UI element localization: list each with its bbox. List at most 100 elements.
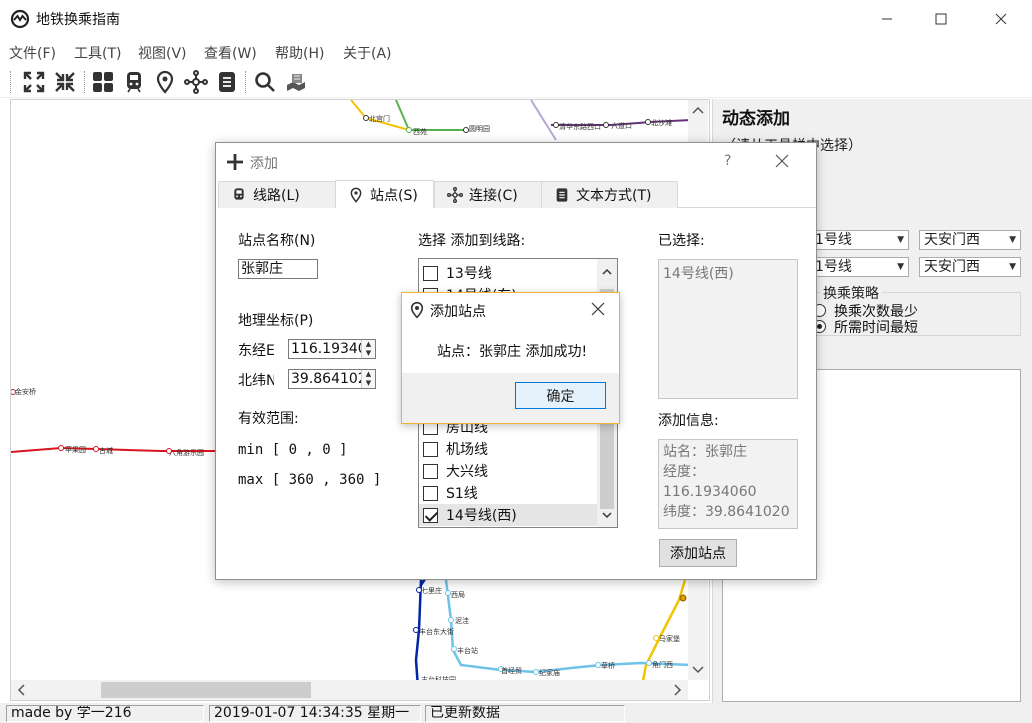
geo-coordinates-label: 地理坐标(P) (238, 313, 314, 329)
add-info-label: 添加信息: (658, 413, 719, 429)
range-min: min [ 0 , 0 ] (238, 442, 348, 458)
station-label: 金安桥 (15, 387, 36, 396)
add-info-box: 站名：张郭庄 经度： 116.1934060 纬度：39.8641020 (658, 439, 798, 529)
station-label: 丰台东大街 (419, 627, 454, 636)
tab-connection[interactable]: 连接(C) (434, 181, 542, 208)
grid-icon[interactable] (90, 69, 116, 95)
dialog-help-button[interactable]: ? (724, 153, 731, 169)
message-close-button[interactable] (590, 301, 606, 321)
checkbox[interactable] (423, 441, 438, 457)
menu-browse[interactable]: 查看(W) (204, 43, 257, 63)
subway-logo-icon (10, 9, 30, 29)
station-name-input[interactable]: 张郭庄 (238, 259, 318, 279)
network-icon (447, 187, 463, 203)
toolbar (0, 66, 1032, 98)
station-label: 苹果园 (65, 445, 86, 454)
plus-icon (227, 154, 243, 170)
station-name-label: 站点名称(N) (238, 233, 316, 249)
station-label: 八角游乐园 (169, 448, 204, 457)
map-line-purple (530, 100, 557, 141)
longitude-spinner[interactable]: ▲ ▼ (361, 340, 375, 358)
menu-help[interactable]: 帮助(H) (275, 43, 324, 63)
maximize-button[interactable] (918, 0, 964, 38)
station-label: 北宫门 (369, 114, 390, 123)
start-station-select[interactable]: 天安门西 ▼ (919, 230, 1021, 250)
select-lines-label: 选择 添加到线路: (418, 233, 526, 249)
menu-file[interactable]: 文件(F) (9, 43, 56, 63)
collapse-icon[interactable] (52, 69, 78, 95)
station-label: 西苑 (413, 127, 427, 136)
title-bar: 地铁换乘指南 (0, 0, 1032, 38)
message-text: 站点：张郭庄 添加成功! (437, 344, 588, 360)
station-label: 西局 (451, 591, 465, 599)
list-item[interactable]: 13号线 (419, 262, 597, 284)
station-label: 圆明园 (469, 125, 490, 133)
valid-range-label: 有效范围: (238, 411, 299, 427)
list-item[interactable]: S1线 (419, 482, 597, 504)
station-label: 北沙滩 (651, 118, 672, 127)
message-title: 添加站点 (430, 304, 486, 320)
dialog-tabs: 线路(L) 站点(S) 连接(C) 文本方式(T) (218, 180, 816, 208)
close-button[interactable] (978, 0, 1024, 38)
tab-line[interactable]: 线路(L) (218, 181, 336, 208)
station-label: 泥洼 (455, 616, 469, 625)
menu-tools[interactable]: 工具(T) (74, 43, 121, 63)
end-line-select[interactable]: 1号线 ▼ (810, 257, 909, 277)
menu-about[interactable]: 关于(A) (343, 43, 392, 63)
latitude-spinner[interactable]: ▲ ▼ (361, 370, 375, 388)
station-label: 角门西 (652, 660, 673, 669)
longitude-input[interactable]: 116.193406 ▲ ▼ (288, 339, 376, 359)
status-bar: made by 学一216 2019-01-07 14:34:35 星期一 已更… (0, 703, 1032, 723)
document-icon[interactable] (214, 69, 240, 95)
dialog-close-button[interactable] (774, 153, 790, 173)
ok-button[interactable]: 确定 (515, 382, 606, 409)
station-label: 古城 (99, 446, 113, 455)
start-line-select[interactable]: 1号线 ▼ (810, 230, 909, 250)
train-icon[interactable] (121, 69, 147, 95)
pin-icon[interactable] (152, 69, 178, 95)
search-icon[interactable] (252, 69, 278, 95)
map-horizontal-scrollbar[interactable] (11, 680, 688, 700)
toolbar-grip (10, 71, 11, 93)
list-item[interactable]: 机场线 (419, 438, 597, 460)
checkbox-checked[interactable] (423, 507, 438, 523)
map-icon[interactable] (283, 69, 309, 95)
toolbar-separator (84, 71, 85, 93)
tab-station[interactable]: 站点(S) (335, 180, 434, 208)
station-label: 纪家庙 (539, 668, 560, 677)
dropdown-arrow-icon: ▼ (1009, 235, 1016, 245)
network-icon[interactable] (183, 69, 209, 95)
menu-view[interactable]: 视图(V) (138, 43, 187, 63)
checkbox[interactable] (423, 265, 438, 281)
panel-title: 动态添加 (722, 109, 790, 129)
checkbox[interactable] (423, 463, 438, 479)
success-message-box: 添加站点 站点：张郭庄 添加成功! 确定 (401, 292, 620, 424)
close-icon (775, 154, 789, 168)
strategy-legend: 换乘策略 (820, 283, 882, 303)
expand-icon[interactable] (21, 69, 47, 95)
dialog-title: 添加 (250, 156, 278, 172)
pin-icon (350, 187, 362, 203)
end-station-select[interactable]: 天安门西 ▼ (919, 257, 1021, 277)
station-label: 七里庄 (421, 586, 442, 595)
strategy-min-time-label[interactable]: 所需时间最短 (834, 317, 918, 337)
train-icon (234, 188, 244, 200)
selected-lines-box: 14号线(西) (658, 259, 798, 399)
station-label: 六道口 (611, 121, 632, 130)
longitude-label: 东经E (238, 343, 274, 359)
minimize-button[interactable] (864, 0, 910, 38)
selected-label: 已选择: (658, 233, 705, 249)
add-station-button[interactable]: 添加站点 (659, 539, 737, 567)
latitude-input[interactable]: 39.864102 ▲ ▼ (288, 369, 376, 389)
list-item[interactable]: 14号线(西) (419, 504, 597, 526)
map-line-lightblue (444, 579, 692, 674)
list-item[interactable]: 大兴线 (419, 460, 597, 482)
status-message: 已更新数据 (425, 705, 625, 722)
status-author: made by 学一216 (6, 705, 204, 722)
toolbar-separator (245, 71, 246, 93)
checkbox[interactable] (423, 485, 438, 501)
dialog-title-bar: 添加 ? (216, 143, 816, 181)
document-icon (556, 188, 568, 202)
range-max: max [ 360 , 360 ] (238, 472, 382, 488)
tab-text-mode[interactable]: 文本方式(T) (541, 181, 678, 208)
